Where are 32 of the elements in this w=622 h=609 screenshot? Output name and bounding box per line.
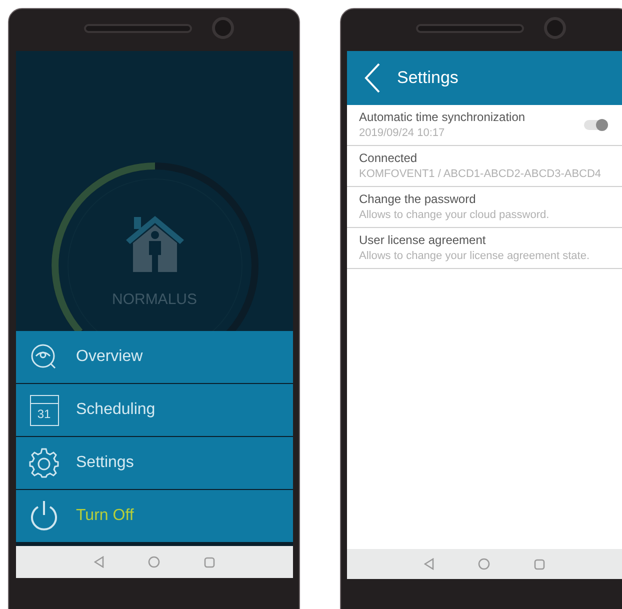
- row-subtitle: 2019/09/24 10:17: [359, 126, 446, 141]
- front-camera: [544, 17, 566, 39]
- back-icon[interactable]: [94, 556, 104, 568]
- power-icon: [29, 500, 59, 532]
- back-button[interactable]: [363, 62, 381, 94]
- eye-magnifier-icon: [30, 344, 58, 370]
- row-title: Change the password: [359, 191, 477, 207]
- row-subtitle: Allows to change your cloud password.: [359, 208, 550, 223]
- home-icon[interactable]: [478, 558, 490, 570]
- back-icon[interactable]: [424, 558, 434, 570]
- home-icon[interactable]: [148, 556, 160, 568]
- screen-title: Settings: [397, 67, 458, 90]
- menu-item[interactable]: Settings: [16, 437, 293, 489]
- row-title: User license agreement: [359, 232, 487, 248]
- recents-icon[interactable]: [534, 558, 545, 570]
- settings-icon: [28, 447, 60, 479]
- settings-row[interactable]: Automatic time synchronization 2019/09/24 10:17: [347, 105, 622, 146]
- calendar-icon: 31: [30, 394, 58, 426]
- front-camera: [212, 17, 234, 39]
- menu-item[interactable]: Overview: [16, 331, 293, 383]
- row-title: Automatic time synchronization: [359, 109, 526, 125]
- menu-item[interactable]: 31 Scheduling: [16, 384, 293, 436]
- settings-row[interactable]: Change the password Allows to change your cloud password.: [347, 187, 622, 228]
- row-subtitle: KOMFOVENT1 / ABCD1-ABCD2-ABCD3-ABCD4: [359, 167, 602, 182]
- row-subtitle: Allows to change your license agreement state.: [359, 249, 591, 264]
- row-title: Connected: [359, 150, 418, 166]
- toggle-switch[interactable]: [584, 120, 608, 130]
- recents-icon[interactable]: [204, 556, 215, 568]
- settings-row[interactable]: User license agreement Allows to change your license agreement state.: [347, 228, 622, 269]
- settings-row[interactable]: Connected KOMFOVENT1 / ABCD1-ABCD2-ABCD3-ABCD4: [347, 146, 622, 187]
- house-person-icon: [124, 213, 186, 275]
- back-icon: [363, 62, 381, 94]
